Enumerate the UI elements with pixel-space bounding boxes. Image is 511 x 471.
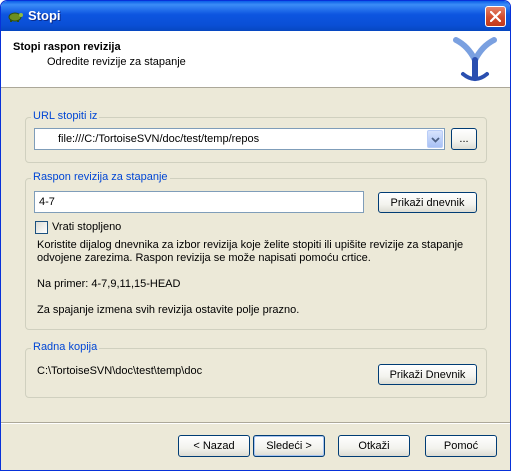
help-button[interactable]: Pomoć: [425, 435, 497, 457]
revert-merged-checkbox[interactable]: [35, 221, 48, 234]
wizard-header: Stopi raspon revizija Odredite revizije …: [1, 31, 510, 88]
wc-show-log-button[interactable]: Prikaži Dnevnik: [378, 364, 477, 385]
url-group-label: URL stopiti iz: [31, 110, 100, 122]
working-copy-path: C:\TortoiseSVN\doc\test\temp\doc: [37, 365, 203, 377]
cancel-button-label: Otkaži: [358, 440, 390, 452]
window-title: Stopi: [28, 8, 61, 23]
next-button[interactable]: Sledeći >: [253, 435, 325, 457]
wc-show-log-label: Prikaži Dnevnik: [389, 369, 466, 381]
footer-separator: [1, 422, 510, 424]
close-icon: [490, 11, 501, 22]
chevron-down-icon: [431, 137, 440, 143]
range-show-log-button[interactable]: Prikaži dnevnik: [378, 192, 477, 213]
help-text-line1: Koristite dijalog dnevnika za izbor revi…: [37, 239, 464, 251]
working-copy-group-label: Radna kopija: [31, 341, 100, 353]
header-subtitle: Odredite revizije za stapanje: [47, 56, 186, 68]
cancel-button[interactable]: Otkaži: [338, 435, 410, 457]
example-text: Na primer: 4-7,9,11,15-HEAD: [37, 278, 181, 290]
revision-range-group-label: Raspon revizija za stapanje: [31, 171, 170, 183]
url-browse-button[interactable]: ...: [451, 128, 477, 150]
merge-dialog-window: Stopi Stopi raspon revizija Odredite rev…: [0, 0, 511, 471]
revert-merged-label[interactable]: Vrati stopljeno: [52, 221, 121, 233]
revision-range-input[interactable]: 4-7: [34, 191, 364, 213]
back-button[interactable]: < Nazad: [178, 435, 250, 457]
close-button[interactable]: [485, 6, 506, 27]
revision-range-value: 4-7: [39, 196, 55, 208]
tortoise-app-icon: [8, 12, 23, 22]
url-dropdown-button[interactable]: [427, 130, 443, 148]
merge-logo-icon: [453, 37, 497, 81]
url-browse-label: ...: [459, 133, 469, 145]
range-show-log-label: Prikaži dnevnik: [390, 197, 465, 209]
empty-hint-text: Za spajanje izmena svih revizija ostavit…: [37, 304, 300, 316]
help-text-line2: odvojene zarezima. Raspon revizija se mo…: [37, 252, 371, 264]
title-bar[interactable]: Stopi: [1, 1, 510, 31]
url-combobox[interactable]: file:///C:/TortoiseSVN/doc/test/temp/rep…: [34, 128, 445, 150]
back-button-label: < Nazad: [193, 440, 235, 452]
header-title: Stopi raspon revizija: [13, 41, 121, 53]
next-button-label: Sledeći >: [266, 440, 312, 452]
url-value: file:///C:/TortoiseSVN/doc/test/temp/rep…: [58, 133, 260, 145]
help-button-label: Pomoć: [443, 440, 479, 452]
